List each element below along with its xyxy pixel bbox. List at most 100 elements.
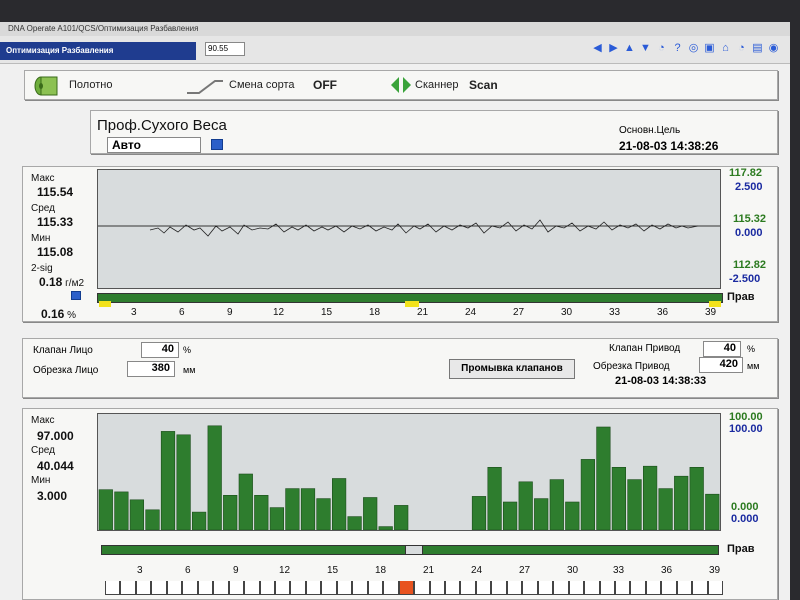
- face-valve-input[interactable]: 40: [141, 342, 179, 358]
- right-mid-blue: 0.000: [735, 227, 763, 239]
- actuator-bar: [611, 466, 626, 531]
- arrow-left-icon[interactable]: ◀: [591, 42, 604, 55]
- actuator-status-cell[interactable]: [522, 581, 538, 595]
- actuator-status-cell[interactable]: [166, 581, 183, 595]
- actuator-status-cell[interactable]: [305, 581, 322, 595]
- min-value: 3.000: [37, 489, 68, 503]
- actuator-status-cell[interactable]: [553, 581, 569, 595]
- actuator-status-cell[interactable]: [537, 581, 554, 595]
- value-field[interactable]: 90.55: [205, 42, 245, 56]
- face-trim-input[interactable]: 380: [127, 361, 175, 377]
- profile-plot: [97, 169, 721, 289]
- calculator-icon[interactable]: [211, 139, 223, 150]
- actuator-status-cell[interactable]: [614, 581, 631, 595]
- actuator-status-cell[interactable]: [259, 581, 275, 595]
- pct-value: 0.16: [41, 307, 65, 321]
- actuator-bar: [378, 526, 393, 531]
- sig-label: 2-sig: [31, 263, 53, 274]
- drive-valve-input[interactable]: 40: [703, 341, 741, 357]
- actuator-bar: [580, 459, 596, 531]
- actuator-status-cell[interactable]: [244, 581, 260, 595]
- print-icon[interactable]: ▣: [703, 42, 716, 55]
- actuator-status-cell[interactable]: [383, 581, 399, 595]
- arrow-right-icon[interactable]: ▶: [607, 42, 620, 55]
- actuator-status-cell[interactable]: [367, 581, 384, 595]
- actuator-status-cell[interactable]: [491, 581, 507, 595]
- actuator-status-cell[interactable]: [197, 581, 214, 595]
- tick-label: 3: [131, 307, 137, 318]
- tick-label: 12: [273, 307, 285, 318]
- calculator-icon[interactable]: [71, 291, 81, 300]
- actuator-status-cell[interactable]: [352, 581, 368, 595]
- disk-icon[interactable]: ◎: [687, 42, 700, 55]
- right-mid-green: 115.32: [733, 213, 767, 225]
- actuator-status-cell[interactable]: [475, 581, 492, 595]
- actuator-status-cell[interactable]: [506, 581, 523, 595]
- tick-label: 21: [423, 565, 435, 576]
- actuator-status-cell[interactable]: [676, 581, 693, 595]
- arrow-up-icon[interactable]: ▲: [623, 42, 636, 55]
- actuator-bar: [471, 496, 487, 531]
- actuator-bar: [347, 516, 362, 531]
- actuator-status-cell[interactable]: [151, 581, 167, 595]
- actuator-status-cell[interactable]: [645, 581, 662, 595]
- arrow-down-icon[interactable]: ▼: [639, 42, 652, 55]
- tick-label: 30: [561, 307, 573, 318]
- avg-label: Сред: [31, 203, 55, 214]
- profile-line-svg: [98, 219, 720, 237]
- drive-trim-input[interactable]: 420: [699, 357, 743, 373]
- max-label: Макс: [31, 173, 55, 184]
- actuator-bar: [502, 501, 518, 531]
- actuator-status-cell[interactable]: [321, 581, 337, 595]
- actuator-status-cell[interactable]: [105, 581, 121, 595]
- actuator-status-cell[interactable]: [336, 581, 353, 595]
- valves-panel: Клапан Лицо 40 % Обрезка Лицо 380 мм Про…: [22, 338, 778, 398]
- actuator-status-cell[interactable]: [460, 581, 476, 595]
- target-time: 21-08-03 14:38:26: [619, 139, 719, 153]
- sig-unit: г/м2: [65, 278, 85, 289]
- app-screen: DNA Operate A101/QCS/Оптимизация Разбавл…: [0, 22, 790, 600]
- actuator-status-cell[interactable]: [599, 581, 615, 595]
- clock-icon[interactable]: ◔: [655, 42, 668, 55]
- actuator-status-cell[interactable]: [228, 581, 245, 595]
- actuator-bar: [316, 498, 331, 531]
- actuator-status-cell[interactable]: [429, 581, 445, 595]
- settings-icon[interactable]: ◉: [767, 42, 780, 55]
- actuator-status-cell[interactable]: [290, 581, 306, 595]
- actuator-status-cell[interactable]: [661, 581, 677, 595]
- actuator-status-cell[interactable]: [568, 581, 585, 595]
- home-icon[interactable]: ⌂: [719, 42, 732, 55]
- actuator-status-cell[interactable]: [213, 581, 229, 595]
- valve-wash-button[interactable]: Промывка клапанов: [449, 359, 575, 379]
- actuator-status-cell[interactable]: [630, 581, 646, 595]
- actuator-status-cell[interactable]: [182, 581, 198, 595]
- profile-trace: [149, 219, 699, 237]
- actuator-status-cell[interactable]: [584, 581, 600, 595]
- mode-select[interactable]: Авто: [107, 137, 201, 153]
- paper-roll-icon[interactable]: [33, 75, 59, 97]
- actuator-bar: [394, 505, 409, 531]
- right-bot-green: 112.82: [733, 259, 767, 271]
- drive-trim-label: Обрезка Привод: [593, 361, 670, 372]
- scanner-icon[interactable]: [391, 77, 411, 93]
- actuator-status-cell[interactable]: [692, 581, 708, 595]
- tick-label: 33: [613, 565, 625, 576]
- actuator-status-cell[interactable]: [707, 581, 724, 595]
- actuator-status-cell[interactable]: [398, 581, 415, 595]
- actuator-status-cell[interactable]: [120, 581, 136, 595]
- side-label: Прав: [727, 543, 755, 555]
- avg-value: 40.044: [37, 459, 74, 473]
- actuator-status-cell[interactable]: [444, 581, 461, 595]
- lock-icon[interactable]: ▤: [751, 42, 764, 55]
- actuator-status-cell[interactable]: [135, 581, 152, 595]
- tick-label: 30: [567, 565, 579, 576]
- actuator-status-cell[interactable]: [274, 581, 291, 595]
- actuator-bar: [160, 431, 176, 531]
- help-icon[interactable]: ?: [671, 42, 684, 55]
- tick-label: 24: [465, 307, 477, 318]
- tick-label: 24: [471, 565, 483, 576]
- tick-label: 9: [227, 307, 233, 318]
- history-icon[interactable]: ◔: [735, 42, 748, 55]
- actuator-bar: [145, 509, 160, 531]
- actuator-status-cell[interactable]: [414, 581, 430, 595]
